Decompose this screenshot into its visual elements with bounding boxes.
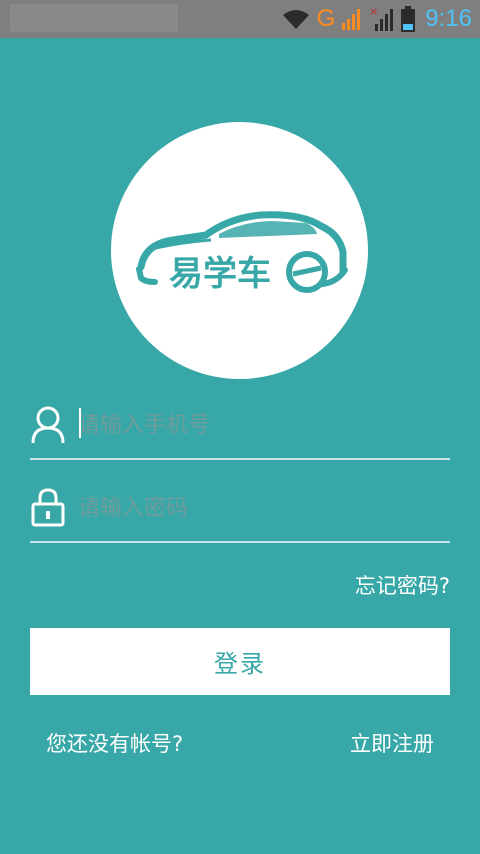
- forgot-password-link[interactable]: 忘记密码?: [355, 570, 450, 600]
- no-signal-icon: ×: [369, 6, 394, 31]
- text-cursor: [79, 408, 81, 438]
- signal-icon: [342, 9, 361, 30]
- app-logo: 易学车: [111, 122, 368, 379]
- battery-icon: [401, 6, 416, 32]
- wifi-icon: [282, 10, 309, 29]
- phone-input[interactable]: [78, 406, 438, 444]
- phone-field: [30, 398, 450, 460]
- svg-text:×: ×: [369, 6, 378, 18]
- register-link[interactable]: 立即注册: [350, 728, 434, 758]
- lock-icon: [31, 488, 65, 527]
- logo-brand-text: 易学车: [169, 254, 271, 294]
- status-icons: G × 9:16: [281, 4, 472, 34]
- car-logo-icon: 易学车: [136, 211, 348, 294]
- status-bar: G × 9:16: [0, 0, 480, 38]
- notification-area: [10, 4, 178, 32]
- password-field: [30, 481, 450, 543]
- password-input[interactable]: [78, 489, 438, 527]
- login-button[interactable]: 登录: [30, 628, 450, 695]
- network-type-label: G: [316, 5, 336, 32]
- no-account-text: 您还没有帐号?: [46, 732, 184, 756]
- user-icon: [31, 406, 65, 444]
- clock: 9:16: [425, 5, 472, 32]
